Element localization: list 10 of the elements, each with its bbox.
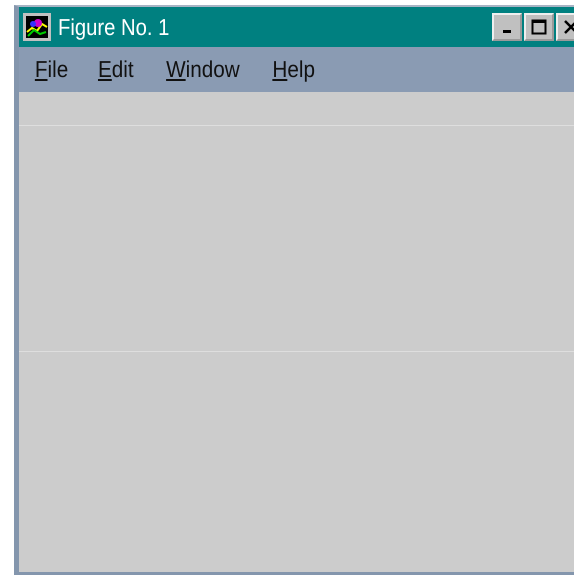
maximize-icon bbox=[531, 19, 547, 35]
plot-icon bbox=[22, 12, 52, 42]
maximize-button[interactable] bbox=[524, 13, 554, 41]
menu-item[interactable]: Help bbox=[272, 56, 314, 83]
window-title: Figure No. 1 bbox=[58, 14, 170, 40]
minimize-icon bbox=[503, 30, 511, 33]
minimize-button[interactable] bbox=[492, 13, 522, 41]
menu-item[interactable]: Edit bbox=[98, 56, 134, 83]
menu-item[interactable]: Window bbox=[166, 56, 240, 83]
menu-item[interactable]: File bbox=[34, 56, 68, 83]
